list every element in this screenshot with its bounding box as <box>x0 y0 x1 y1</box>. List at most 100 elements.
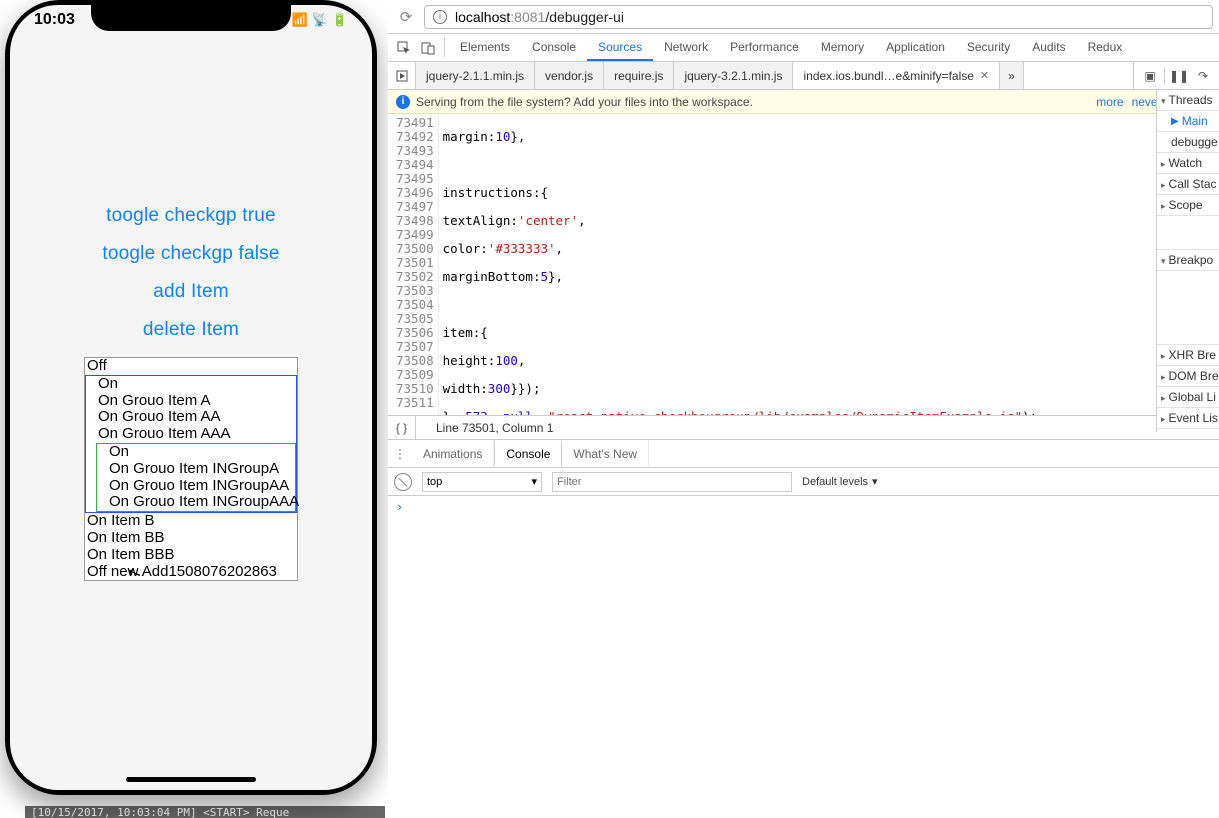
console-prompt-icon: › <box>396 500 403 514</box>
pane-watch[interactable]: Watch <box>1157 153 1219 174</box>
source-tab[interactable]: jquery-3.2.1.min.js <box>674 62 793 89</box>
line-number[interactable]: 73508 <box>396 354 434 368</box>
toggle-false-link[interactable]: toogle checkgp false <box>102 243 279 265</box>
line-number[interactable]: 73494 <box>396 158 434 172</box>
list-item[interactable]: Off <box>85 358 297 375</box>
list-item[interactable]: On Grouo Item AAA <box>96 426 296 443</box>
pane-event-listeners[interactable]: Event Lis <box>1157 408 1219 429</box>
line-number[interactable]: 73509 <box>396 368 434 382</box>
home-indicator[interactable] <box>126 777 256 782</box>
list-item[interactable]: On Grouo Item AA <box>96 409 296 426</box>
tab-audits[interactable]: Audits <box>1021 34 1076 61</box>
tab-memory[interactable]: Memory <box>810 34 875 61</box>
inspect-icon[interactable] <box>392 34 416 61</box>
tab-network[interactable]: Network <box>653 34 719 61</box>
list-item[interactable]: Off new Add1508076202863 <box>85 564 297 581</box>
site-info-icon[interactable]: i <box>433 10 447 24</box>
list-item[interactable]: On Item B <box>85 513 297 530</box>
banner-more-link[interactable]: more <box>1096 95 1123 109</box>
device-toggle-icon[interactable] <box>416 34 440 61</box>
tab-elements[interactable]: Elements <box>449 34 521 61</box>
line-number[interactable]: 73503 <box>396 284 434 298</box>
phone-screen: 10:03 📶 📡 🔋 toogle checkgp true toogle c… <box>10 5 372 790</box>
list-item[interactable]: On <box>107 444 295 461</box>
source-tab[interactable]: jquery-2.1.1.min.js <box>416 62 535 89</box>
tab-console[interactable]: Console <box>521 34 587 61</box>
drawer-tab-console[interactable]: Console <box>494 440 562 467</box>
line-number[interactable]: 73491 <box>396 116 434 130</box>
toggle-true-link[interactable]: toogle checkgp true <box>106 205 276 227</box>
pane-global-listeners[interactable]: Global Li <box>1157 387 1219 408</box>
line-number[interactable]: 73495 <box>396 172 434 186</box>
more-tabs-icon[interactable]: » <box>1000 62 1024 89</box>
pane-call-stack[interactable]: Call Stac <box>1157 174 1219 195</box>
line-number[interactable]: 73507 <box>396 340 434 354</box>
step-over-icon[interactable]: ↷ <box>1193 69 1213 83</box>
tab-sources[interactable]: Sources <box>587 34 653 61</box>
line-number[interactable]: 73498 <box>396 214 434 228</box>
log-levels-select[interactable]: Default levels ▾ <box>802 475 878 488</box>
line-number[interactable]: 73501 <box>396 256 434 270</box>
list-item[interactable]: On <box>96 376 296 393</box>
banner-text: Serving from the file system? Add your f… <box>416 95 753 109</box>
code-editor[interactable]: 7349173492734937349473495734967349773498… <box>388 114 1219 416</box>
terminal-line: [10/15/2017, 10:03:04 PM] <START> Reque <box>31 806 289 818</box>
thread-debugger[interactable]: debugge <box>1157 132 1219 153</box>
pane-breakpoints[interactable]: Breakpo <box>1157 250 1219 271</box>
list-item[interactable]: On Grouo Item INGroupAAA <box>107 494 295 511</box>
close-icon[interactable]: ✕ <box>980 69 989 82</box>
drawer-tab-whatsnew[interactable]: What's New <box>562 440 649 467</box>
line-number[interactable]: 73499 <box>396 228 434 242</box>
console-filter-input[interactable] <box>552 472 792 492</box>
thread-main[interactable]: ▶Main <box>1157 111 1219 132</box>
pane-dom-breakpoints[interactable]: DOM Bre <box>1157 366 1219 387</box>
pretty-print-icon[interactable]: { } <box>388 416 416 439</box>
pane-scope[interactable]: Scope <box>1157 195 1219 216</box>
pane-xhr-breakpoints[interactable]: XHR Bre <box>1157 345 1219 366</box>
line-number[interactable]: 73505 <box>396 312 434 326</box>
line-number[interactable]: 73492 <box>396 130 434 144</box>
clear-console-icon[interactable] <box>394 473 412 491</box>
line-number[interactable]: 73506 <box>396 326 434 340</box>
address-bar[interactable]: i localhost :8081 /debugger-ui <box>424 5 1213 29</box>
line-number[interactable]: 73497 <box>396 200 434 214</box>
line-number[interactable]: 73511 <box>396 396 434 410</box>
pause-icon[interactable]: ❚❚ <box>1169 69 1189 83</box>
context-select[interactable]: top ▾ <box>422 472 542 492</box>
reload-icon[interactable]: ⟳ <box>394 6 418 28</box>
signal-icon: 📶 <box>291 12 307 28</box>
console-body[interactable]: › <box>388 496 1219 518</box>
pane-threads[interactable]: Threads <box>1157 90 1219 111</box>
source-tab[interactable]: require.js <box>604 62 674 89</box>
list-item[interactable]: On Item BBB <box>85 547 297 564</box>
list-item[interactable]: On Grouo Item INGroupAA <box>107 478 295 495</box>
list-item[interactable]: On Item BB <box>85 530 297 547</box>
source-tab-label: vendor.js <box>545 69 593 83</box>
tab-application[interactable]: Application <box>875 34 956 61</box>
drawer-menu-icon[interactable]: ⋮ <box>388 440 412 467</box>
source-tab-active[interactable]: index.ios.bundl…e&minify=false ✕ <box>793 62 1000 89</box>
code-status-bar: { } Line 73501, Column 1 <box>388 416 1219 440</box>
tab-redux[interactable]: Redux <box>1077 34 1134 61</box>
source-tab-label: index.ios.bundl…e&minify=false <box>803 69 973 83</box>
line-number[interactable]: 73500 <box>396 242 434 256</box>
group-level-2: On On Grouo Item INGroupA On Grouo Item … <box>96 443 296 512</box>
tab-performance[interactable]: Performance <box>719 34 810 61</box>
line-number[interactable]: 73493 <box>396 144 434 158</box>
add-item-link[interactable]: add Item <box>153 281 229 303</box>
drawer-tab-animations[interactable]: Animations <box>412 440 494 467</box>
delete-item-link[interactable]: delete Item <box>143 319 239 341</box>
sources-navigator-icon[interactable] <box>388 62 416 89</box>
show-navigator-icon[interactable]: ▣ <box>1140 69 1160 83</box>
line-number[interactable]: 73496 <box>396 186 434 200</box>
line-number[interactable]: 73504 <box>396 298 434 312</box>
line-number[interactable]: 73510 <box>396 382 434 396</box>
log-levels-label: Default levels <box>802 476 868 488</box>
line-number[interactable]: 73502 <box>396 270 434 284</box>
checkbox-group-list[interactable]: Off On On Grouo Item A On Grouo Item AA … <box>84 357 298 581</box>
list-item[interactable]: On Grouo Item INGroupA <box>107 461 295 478</box>
tab-security[interactable]: Security <box>956 34 1021 61</box>
source-tab[interactable]: vendor.js <box>535 62 604 89</box>
code-body[interactable]: margin:10}, instructions:{ textAlign:'ce… <box>439 114 1219 415</box>
list-item[interactable]: On Grouo Item A <box>96 393 296 410</box>
